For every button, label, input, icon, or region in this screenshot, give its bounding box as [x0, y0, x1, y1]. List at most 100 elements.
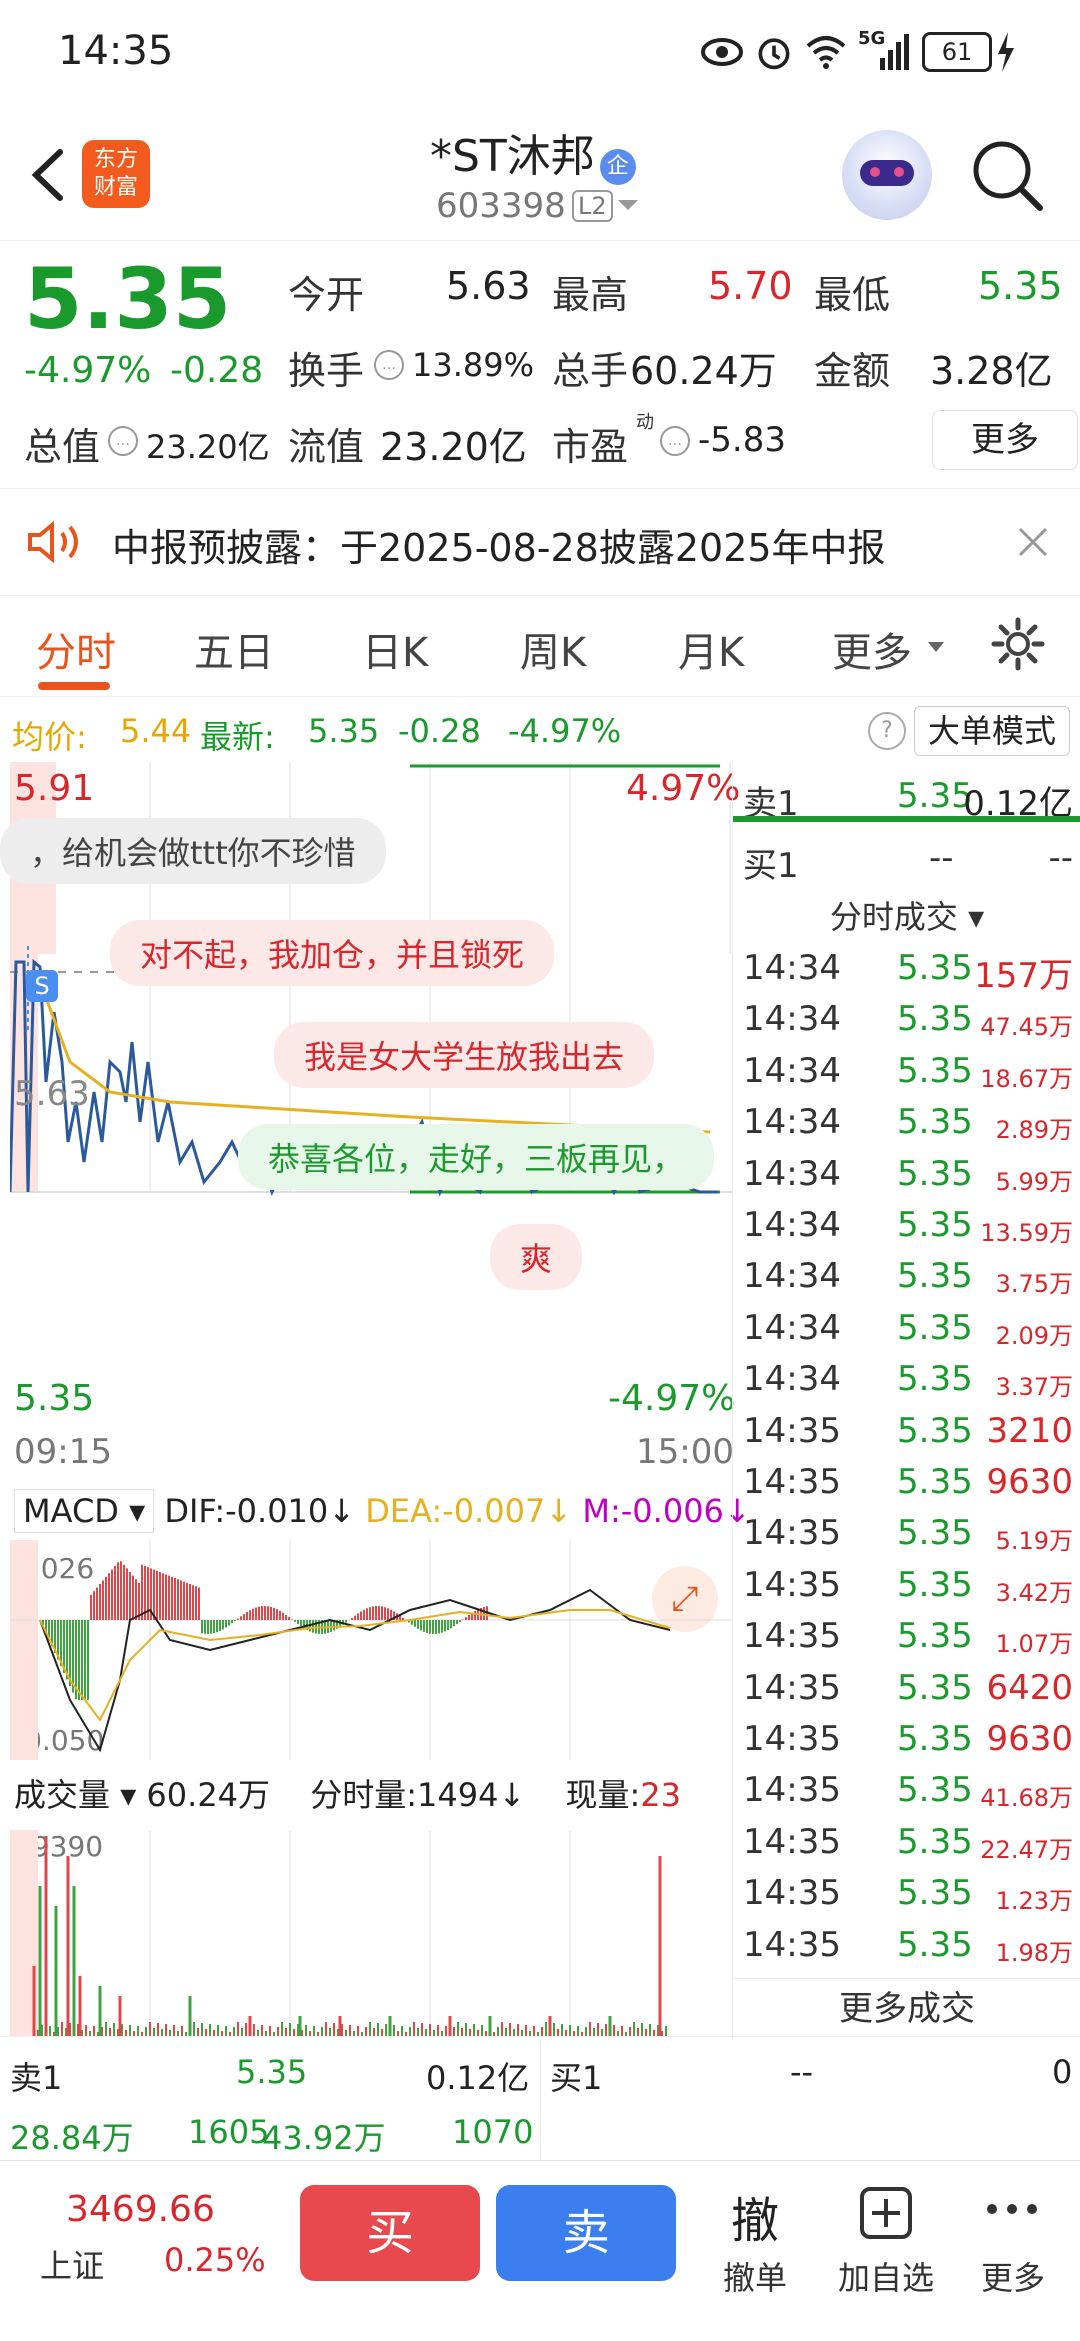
amount-value: 3.28亿 [930, 349, 1053, 393]
macd-chart [10, 1540, 732, 1760]
tick-price: 5.35 [897, 1719, 973, 1759]
caret-down-icon[interactable] [926, 640, 946, 654]
index-name[interactable]: 上证 [40, 2241, 104, 2287]
help-icon[interactable]: ? [868, 712, 906, 750]
tick-row: 14:34 5.35 2.89万 [733, 1102, 1080, 1154]
buy-button[interactable]: 买 [300, 2185, 480, 2281]
volume-label: 总手 [552, 349, 629, 393]
ticks-header[interactable]: 分时成交 ▾ [733, 892, 1080, 938]
tick-time: 14:34 [743, 1102, 841, 1143]
chevron-down-icon[interactable] [616, 198, 640, 214]
charging-icon [998, 32, 1014, 72]
tick-row: 14:34 5.35 13.59万 [733, 1205, 1080, 1257]
high-label: 最高 [552, 273, 629, 317]
tick-price: 5.35 [897, 1770, 973, 1811]
tick-price: 5.35 [897, 999, 973, 1040]
info-icon[interactable]: … [660, 426, 690, 456]
tab-intraday[interactable]: 分时 [36, 620, 116, 678]
back-icon[interactable] [20, 140, 80, 210]
tick-volume: 3.37万 [995, 1373, 1073, 1402]
search-icon[interactable] [968, 136, 1048, 216]
stock-code: 603398 [436, 186, 566, 226]
tick-time: 14:35 [743, 1564, 841, 1605]
stock-title: *ST沐邦 [430, 131, 595, 182]
tick-volume: 6420 [986, 1667, 1073, 1708]
low-label: 最低 [814, 273, 891, 317]
x-start-label: 09:15 [14, 1432, 112, 1472]
volume-select[interactable]: 成交量 ▾ [14, 1776, 136, 1814]
tab-daily[interactable]: 日K [362, 620, 428, 678]
amount-label: 金额 [814, 349, 891, 393]
tick-volume: 5.99万 [995, 1167, 1073, 1196]
tab-underline [38, 682, 110, 690]
settings-gear-icon[interactable] [990, 616, 1046, 672]
tab-weekly[interactable]: 周K [520, 620, 586, 678]
add-watchlist-label[interactable]: 加自选 [830, 2253, 942, 2299]
index-percent[interactable]: 0.25% [164, 2241, 266, 2279]
tick-volume: 18.67万 [980, 1064, 1073, 1093]
tab-5day[interactable]: 五日 [194, 620, 274, 678]
tick-price: 5.35 [897, 1410, 973, 1451]
title-group: *ST沐邦 企 [430, 120, 636, 185]
comment-bubble[interactable]: 爽 [490, 1224, 583, 1290]
signal-marker[interactable]: S [26, 970, 58, 1002]
more-label[interactable]: 更多 [970, 2253, 1056, 2299]
tab-more[interactable]: 更多 [832, 620, 912, 678]
tick-price: 5.35 [897, 1924, 973, 1965]
tick-price: 5.35 [897, 1513, 973, 1554]
tick-volume: 9630 [986, 1719, 1073, 1759]
cancel-icon[interactable]: 撤 [720, 2181, 790, 2251]
tick-time: 14:35 [743, 1667, 841, 1708]
more-dots-icon[interactable] [984, 2199, 1040, 2219]
tick-time: 14:35 [743, 1410, 841, 1451]
tick-volume: 3.42万 [995, 1578, 1073, 1607]
latest-change: -0.28 [398, 712, 481, 750]
tick-volume: 1.23万 [995, 1887, 1073, 1916]
sell-button[interactable]: 卖 [496, 2185, 676, 2281]
level-badge[interactable]: L2 [572, 190, 613, 222]
pct-min-label: -4.97% [608, 1378, 736, 1419]
more-quote-button[interactable]: 更多 [932, 410, 1078, 470]
tick-row: 14:34 5.35 157万 [733, 948, 1080, 1000]
y-max-label: 5.91 [14, 768, 95, 809]
tick-volume: 13.59万 [980, 1219, 1073, 1247]
dea-value: DEA:-0.007 [365, 1492, 546, 1530]
volume-header: 成交量 ▾ 60.24万 分时量:1494↓ 现量:23 [14, 1776, 681, 1814]
macd-select[interactable]: MACD ▾ [14, 1489, 155, 1533]
info-icon[interactable]: … [374, 350, 404, 380]
index-value[interactable]: 3469.66 [66, 2189, 215, 2230]
robot-avatar[interactable] [842, 130, 932, 220]
add-watchlist-icon[interactable] [858, 2185, 914, 2241]
cancel-label[interactable]: 撤单 [712, 2253, 798, 2299]
comment-bubble[interactable]: 我是女大学生放我出去 [274, 1022, 655, 1088]
comment-bubble[interactable]: 对不起，我加仓，并且锁死 [110, 920, 555, 986]
tick-row: 14:35 5.35 1.07万 [733, 1616, 1080, 1668]
change-amount: -0.28 [170, 350, 264, 391]
tick-volume: 2.09万 [995, 1321, 1073, 1350]
tick-row: 14:35 5.35 1.23万 [733, 1873, 1080, 1925]
pe-label: 市盈 [552, 425, 629, 469]
float-label: 流值 [288, 425, 365, 469]
tab-monthly[interactable]: 月K [678, 620, 744, 678]
tick-volume: 2.89万 [995, 1116, 1073, 1145]
current-price: 5.35 [24, 250, 232, 348]
big-order-mode-button[interactable]: 大单模式 [914, 706, 1070, 756]
notice-bar[interactable]: 中报预披露：于2025-08-28披露2025年中报 [0, 488, 1080, 596]
tick-volume: 157万 [974, 956, 1073, 996]
pe-sup: 动 [636, 412, 654, 433]
info-icon[interactable]: … [108, 426, 138, 456]
comment-bubble[interactable]: 恭喜各位，走好，三板再见， [238, 1124, 715, 1190]
tick-row: 14:35 5.35 1.98万 [733, 1925, 1080, 1977]
tick-row: 14:34 5.35 3.37万 [733, 1359, 1080, 1411]
more-ticks-button[interactable]: 更多成交 [733, 1978, 1080, 2039]
high-value: 5.70 [708, 264, 793, 308]
close-icon[interactable] [1016, 525, 1050, 559]
tick-price: 5.35 [897, 1307, 973, 1348]
comment-bubble[interactable]: ，给机会做ttt你不珍惜 [0, 818, 386, 884]
app-logo: 东方 财富 [82, 140, 150, 208]
tick-volume: 5.19万 [995, 1527, 1073, 1556]
open-label: 今开 [288, 273, 365, 317]
volume-chart [10, 1830, 667, 2036]
change-percent: -4.97% [24, 350, 152, 391]
pct-max-label: 4.97% [626, 768, 741, 809]
